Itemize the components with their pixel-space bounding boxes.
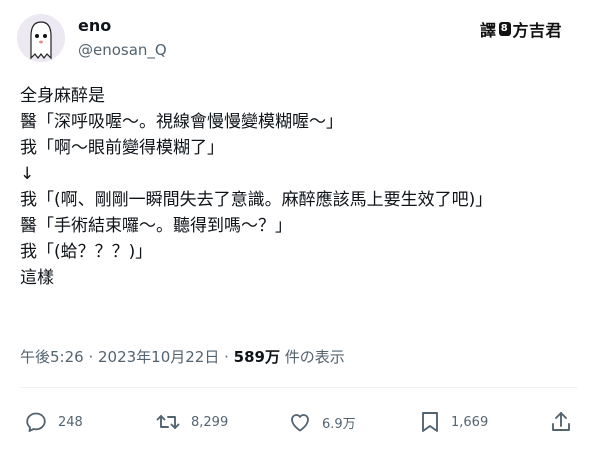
tweet-line: 我「啊～眼前變得模糊了」 <box>20 138 224 158</box>
tweet-date[interactable]: 2023年10月22日 <box>98 348 219 366</box>
tweet-line: 醫「深呼吸喔～。視線會慢慢變模糊喔～」 <box>20 112 343 132</box>
badge-mid-text: 8 <box>498 22 511 36</box>
tweet-meta: 午後5:26 · 2023年10月22日 · 589万 件の表示 <box>20 347 345 367</box>
tweet-line: 這樣 <box>20 268 54 288</box>
avatar[interactable] <box>17 14 65 62</box>
bookmark-icon <box>422 412 438 432</box>
tweet-text: 全身麻醉是 醫「深呼吸喔～。視線會慢慢變模糊喔～」 我「啊～眼前變得模糊了」 ↓… <box>20 83 580 291</box>
bookmark-button[interactable]: 1,669 <box>419 404 488 440</box>
view-count: 589万 <box>233 348 280 366</box>
tweet-line: 我「(啊、剛剛一瞬間失去了意識。麻醉應該馬上要生效了吧)」 <box>20 190 493 210</box>
meta-separator: · <box>219 348 234 366</box>
author-handle[interactable]: @enosan_Q <box>78 40 167 60</box>
like-count: 6.9万 <box>322 416 356 432</box>
heart-icon <box>291 414 309 432</box>
share-icon <box>552 412 570 431</box>
badge-left-text: 譯 <box>480 21 497 40</box>
repost-icon <box>156 415 180 429</box>
share-button[interactable] <box>549 404 573 440</box>
author-name[interactable]: eno <box>78 16 111 36</box>
action-bar: 248 8,299 6.9万 1,669 <box>0 404 598 440</box>
view-count-label: 件の表示 <box>279 348 345 366</box>
reply-button[interactable]: 248 <box>24 404 83 440</box>
meta-separator: · <box>83 348 98 366</box>
tweet-line: 醫「手術結束囉～。聽得到嗎～？」 <box>20 216 292 236</box>
repost-count: 8,299 <box>191 414 229 430</box>
repost-button[interactable]: 8,299 <box>155 404 228 440</box>
divider <box>20 387 578 388</box>
tweet-line: 我「(蛤？？？)」 <box>20 242 153 262</box>
ghost-avatar-icon <box>17 14 65 62</box>
tweet-line: 全身麻醉是 <box>20 86 105 106</box>
tweet-time[interactable]: 午後5:26 <box>20 348 84 366</box>
bookmark-count: 1,669 <box>451 414 489 430</box>
like-button[interactable]: 6.9万 <box>288 404 356 440</box>
reply-count: 248 <box>58 414 83 430</box>
tweet-line: ↓ <box>20 164 35 184</box>
badge-right-text: 方吉君 <box>512 21 563 40</box>
reply-icon <box>26 412 46 432</box>
translator-badge: 譯 8 方吉君 <box>480 18 562 40</box>
